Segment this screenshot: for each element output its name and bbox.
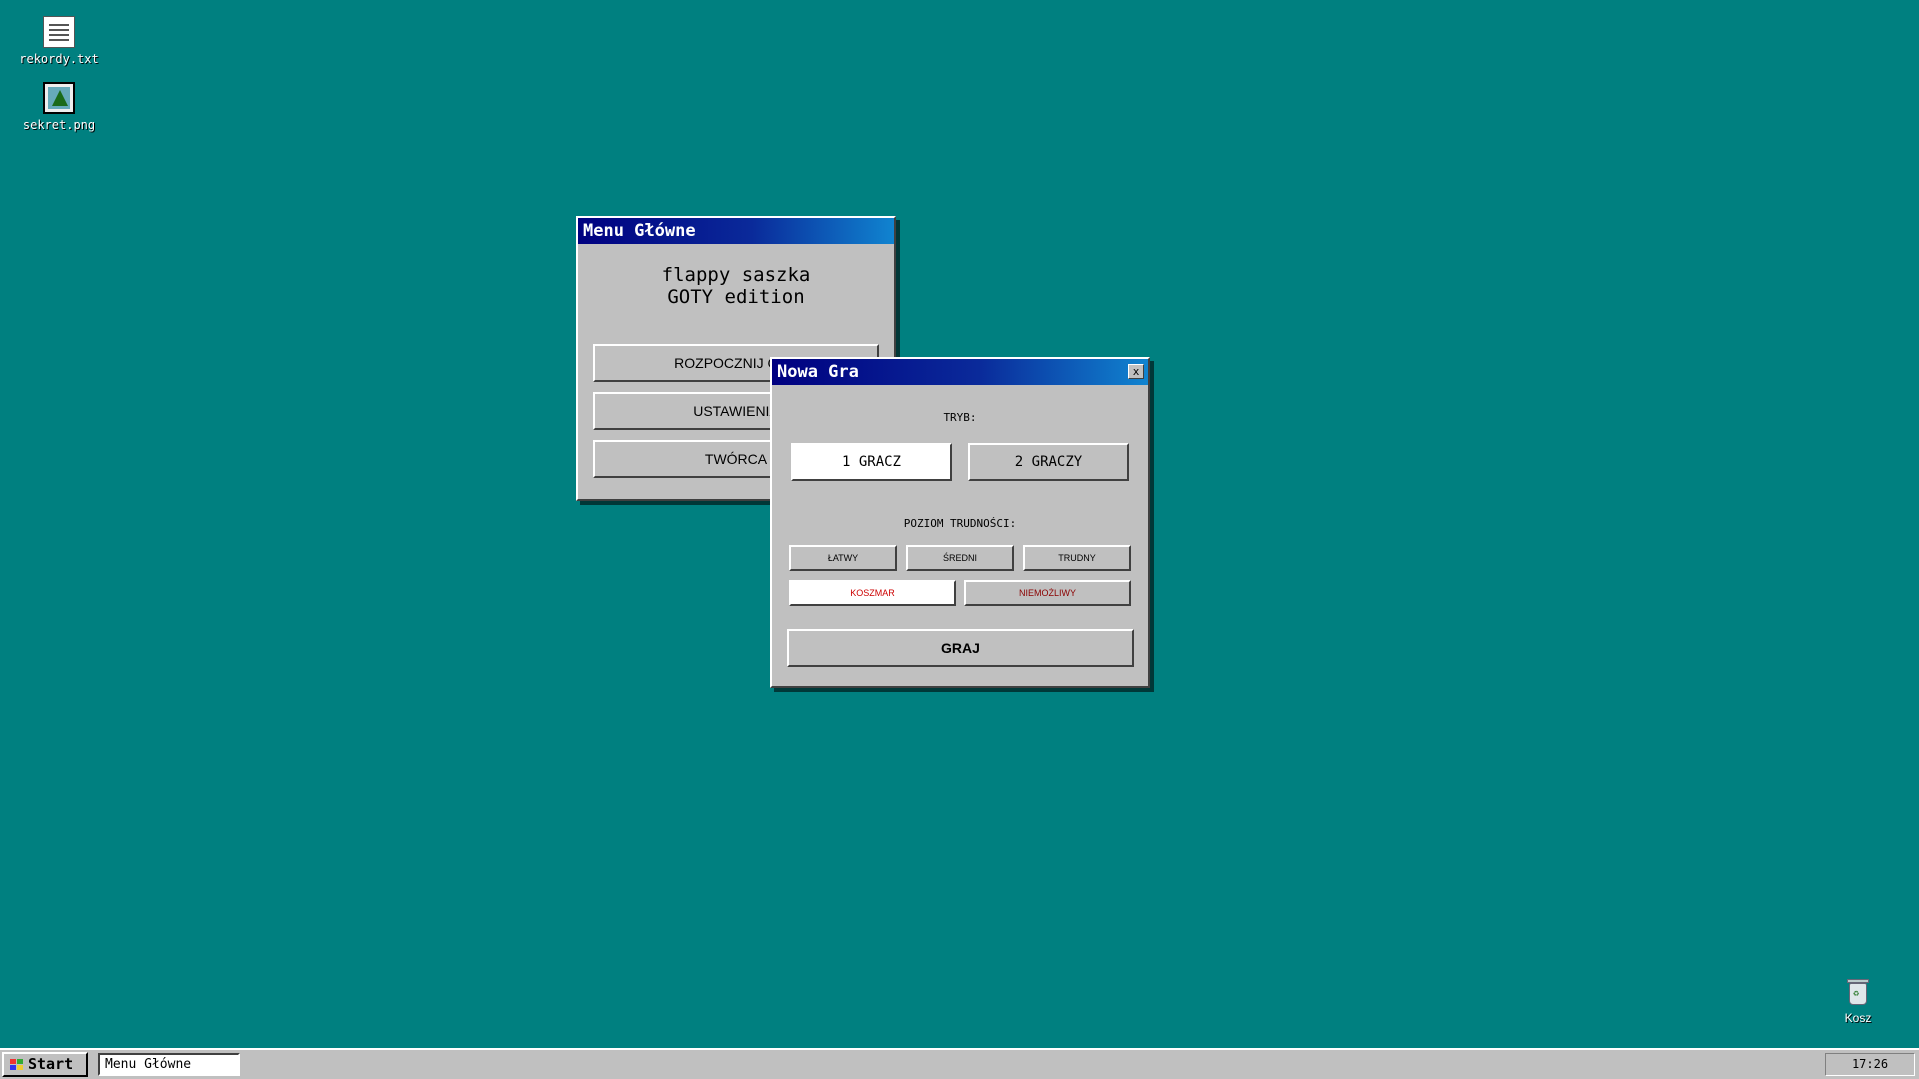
button-label: TWÓRCA <box>704 451 768 467</box>
mode-2-players-button[interactable]: 2 GRACZY <box>968 443 1129 481</box>
difficulty-easy-button[interactable]: ŁATWY <box>789 545 897 571</box>
button-label: 2 GRACZY <box>1014 454 1083 470</box>
close-icon[interactable]: x <box>1128 364 1144 379</box>
start-button[interactable]: Start <box>2 1052 88 1077</box>
desktop-icon-recycle-bin[interactable]: ♻ Kosz <box>1808 975 1908 1025</box>
desktop-icon-label: sekret.png <box>22 118 96 132</box>
system-clock: 17:26 <box>1825 1053 1915 1076</box>
game-title-line1: flappy saszka <box>661 264 811 286</box>
desktop-icon-label: Kosz <box>1844 1011 1872 1025</box>
button-label: ŚREDNI <box>942 553 977 563</box>
image-file-icon <box>43 82 75 114</box>
taskbar-item-main-menu[interactable]: Menu Główne <box>98 1053 240 1076</box>
new-game-window: Nowa Gra x TRYB: 1 GRACZ 2 GRACZY POZIOM… <box>770 357 1150 688</box>
desktop-icon-rekordy[interactable]: rekordy.txt <box>9 16 109 66</box>
game-title-line2: GOTY edition <box>667 286 805 308</box>
mode-label: TRYB: <box>943 411 977 424</box>
button-label: NIEMOŻLIWY <box>1018 588 1076 598</box>
button-label: KOSZMAR <box>850 588 895 598</box>
button-label: USTAWIENIA <box>693 403 779 419</box>
button-label: ŁATWY <box>827 553 859 563</box>
desktop-icon-label: rekordy.txt <box>19 52 99 66</box>
button-label: GRAJ <box>941 640 980 656</box>
recycle-bin-icon: ♻ <box>1842 975 1874 1007</box>
taskbar-item-label: Menu Główne <box>105 1057 192 1072</box>
difficulty-label: POZIOM TRUDNOŚCI: <box>903 517 1017 530</box>
start-label: Start <box>28 1055 74 1073</box>
windows-logo-icon <box>10 1059 23 1070</box>
new-game-titlebar[interactable]: Nowa Gra x <box>772 359 1148 385</box>
taskbar: Start Menu Główne 17:26 <box>0 1048 1919 1079</box>
button-label: TRUDNY <box>1058 553 1096 563</box>
difficulty-hard-button[interactable]: TRUDNY <box>1023 545 1131 571</box>
difficulty-nightmare-button[interactable]: KOSZMAR <box>789 580 956 606</box>
mode-1-player-button[interactable]: 1 GRACZ <box>791 443 952 481</box>
play-button[interactable]: GRAJ <box>787 629 1134 667</box>
button-label: 1 GRACZ <box>841 454 901 470</box>
main-menu-titlebar[interactable]: Menu Główne <box>578 218 894 244</box>
text-file-icon <box>43 16 75 48</box>
difficulty-impossible-button[interactable]: NIEMOŻLIWY <box>964 580 1131 606</box>
window-title: Menu Główne <box>583 221 696 241</box>
difficulty-medium-button[interactable]: ŚREDNI <box>906 545 1014 571</box>
game-title: flappy saszka GOTY edition <box>578 264 894 308</box>
desktop-icon-sekret[interactable]: sekret.png <box>9 82 109 132</box>
window-title: Nowa Gra <box>777 362 859 382</box>
